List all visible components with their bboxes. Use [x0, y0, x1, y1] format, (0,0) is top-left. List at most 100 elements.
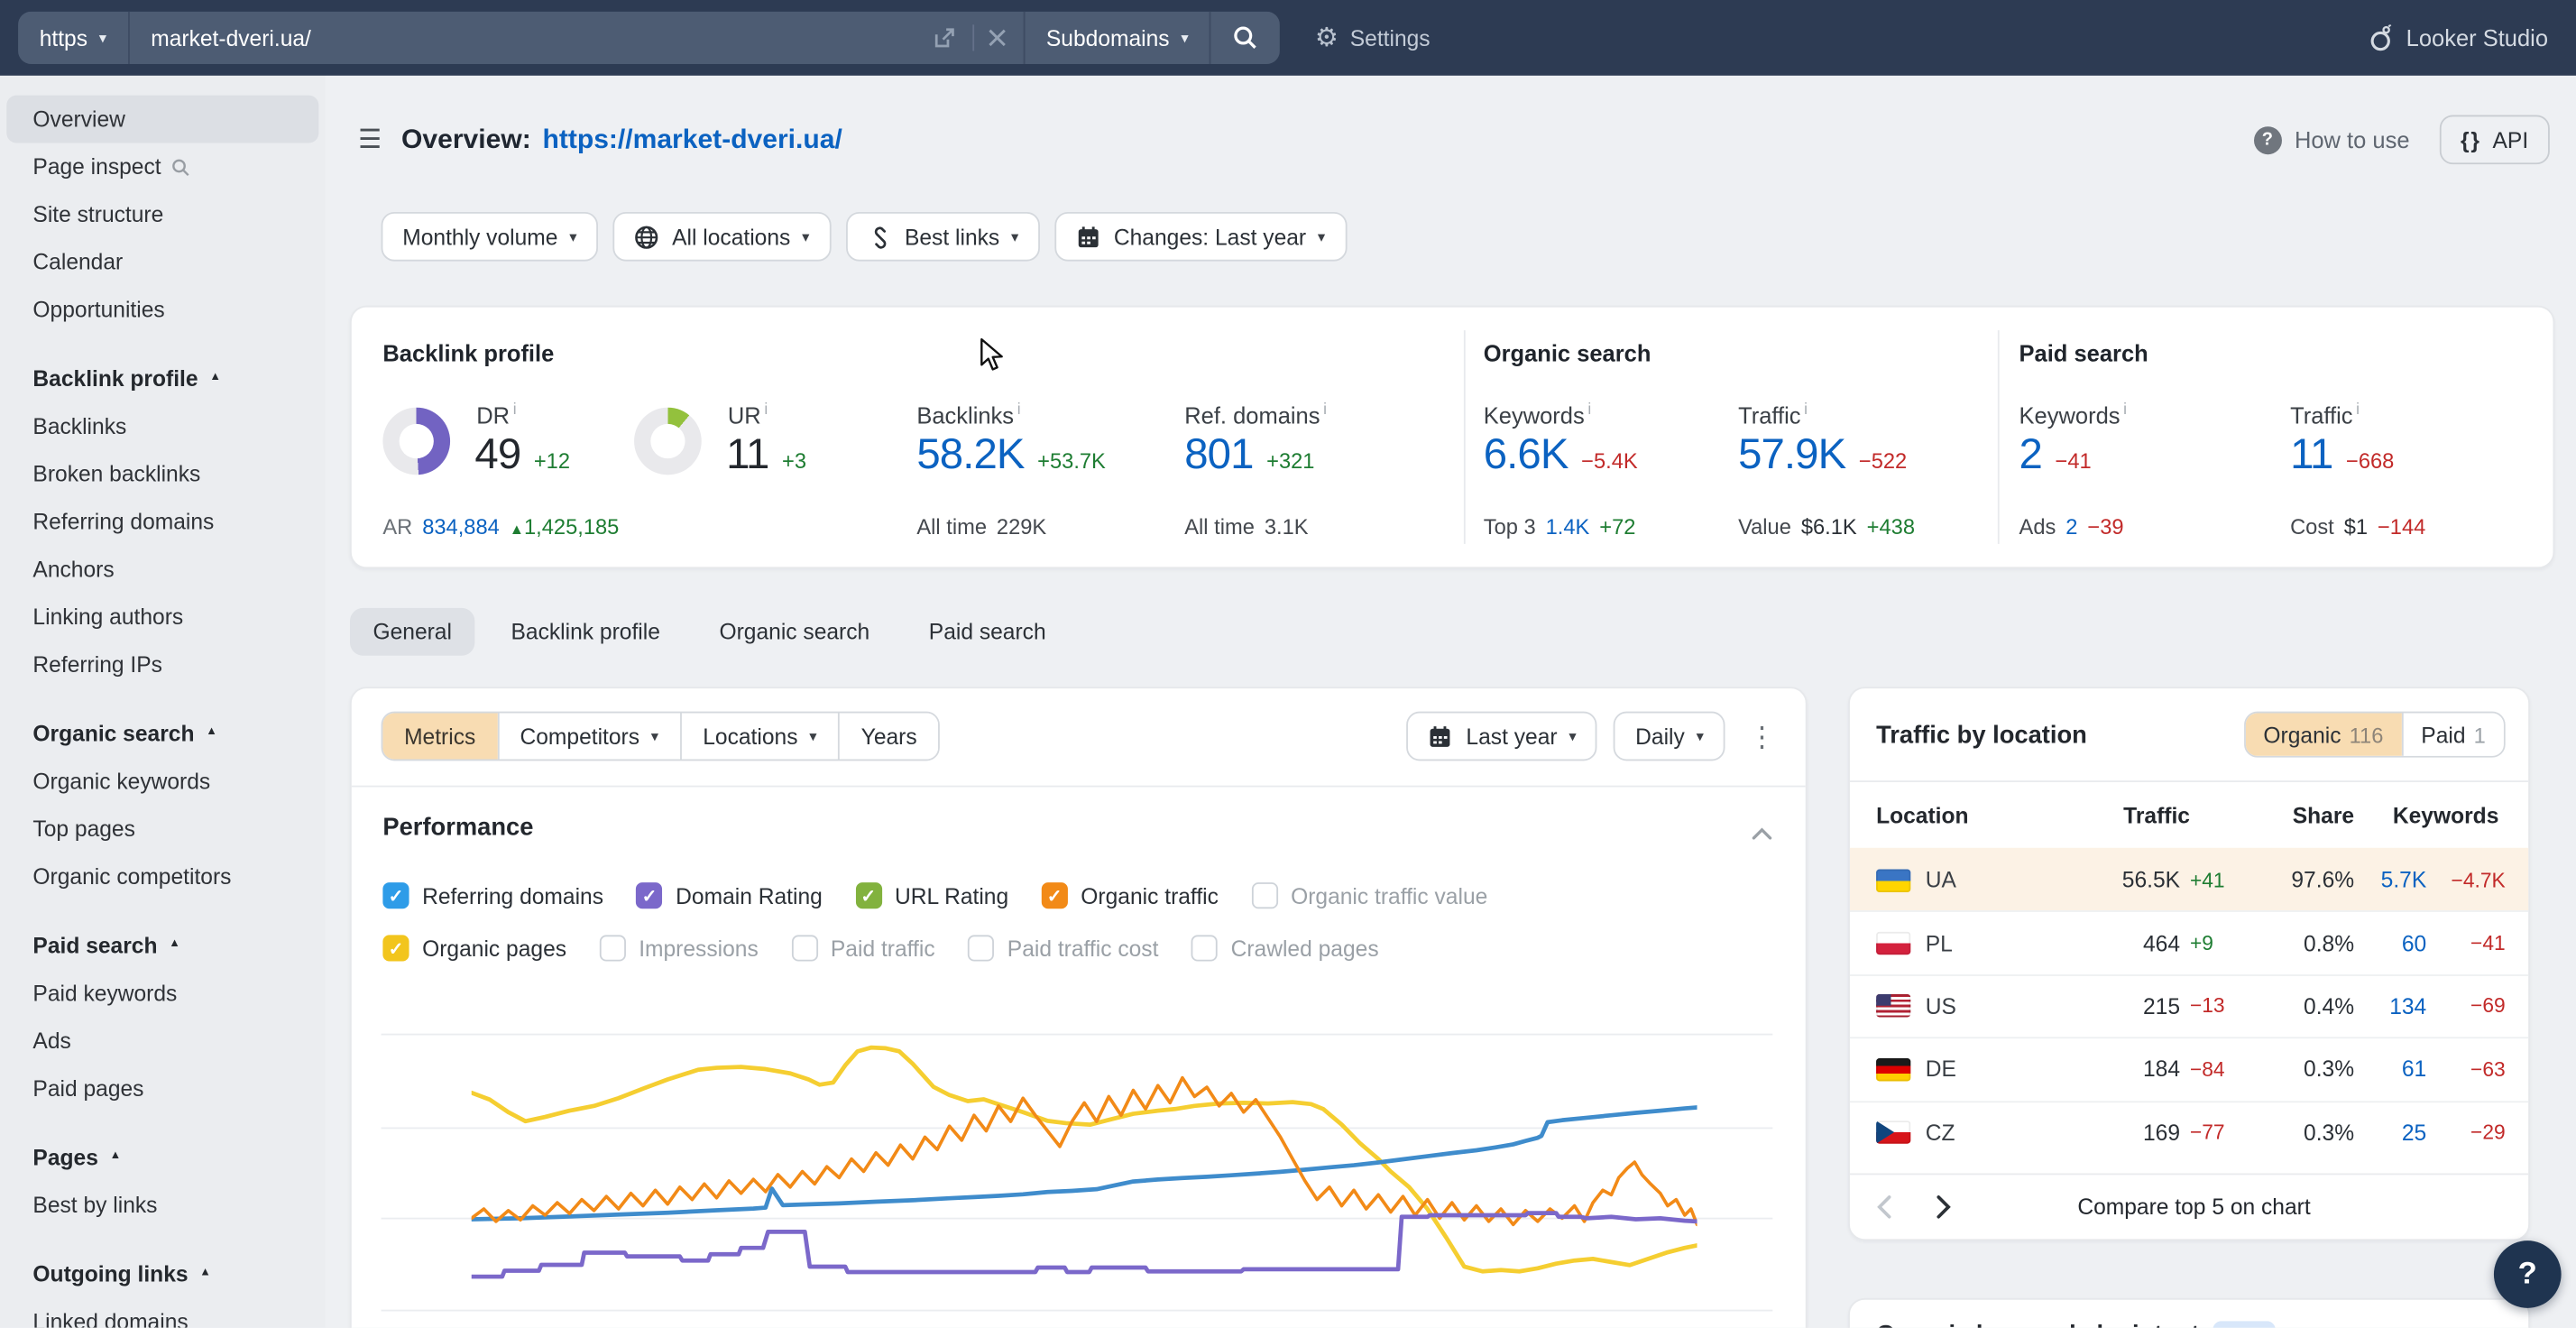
sidebar-section-paid-search[interactable]: Paid search▲ [0, 922, 326, 970]
checkbox-crawled-pages[interactable]: Crawled pages [1191, 935, 1379, 961]
organic-traffic-value[interactable]: 57.9K [1738, 429, 1845, 479]
prev-page-icon[interactable] [1876, 1194, 1892, 1219]
checkbox-organic-traffic[interactable]: ✓Organic traffic [1042, 882, 1219, 908]
globe-icon [634, 225, 658, 249]
period-button[interactable]: Last year ▾ [1407, 712, 1597, 761]
backlinks-value[interactable]: 58.2K [916, 429, 1024, 479]
menu-icon[interactable]: ☰ [358, 124, 382, 156]
segment-competitors[interactable]: Competitors▾ [497, 714, 680, 760]
sidebar-item-site-structure[interactable]: Site structure [0, 190, 326, 238]
sidebar-item-paid-pages[interactable]: Paid pages [0, 1065, 326, 1112]
best-links-filter-button[interactable]: Best links ▾ [845, 212, 1039, 262]
clear-url-icon[interactable] [987, 28, 1007, 48]
info-icon: i [1587, 401, 1591, 419]
info-icon: i [2123, 401, 2127, 419]
checkbox-paid-traffic[interactable]: Paid traffic [791, 935, 934, 961]
paid-traffic-value[interactable]: 11 [2290, 429, 2332, 479]
collapse-section-icon[interactable] [1752, 820, 1773, 850]
sidebar-item-page-inspect[interactable]: Page inspect [0, 143, 326, 190]
tab-paid-search[interactable]: Paid search [906, 608, 1069, 656]
api-button[interactable]: {} API [2439, 115, 2550, 165]
chevron-down-icon: ▾ [1569, 727, 1576, 745]
sidebar-item-linking-authors[interactable]: Linking authors [0, 594, 326, 641]
sidebar-item-referring-ips[interactable]: Referring IPs [0, 641, 326, 688]
segment-locations[interactable]: Locations▾ [680, 714, 838, 760]
ref-domains-value[interactable]: 801 [1184, 429, 1253, 479]
chevron-down-icon: ▾ [1011, 227, 1018, 245]
info-icon: i [513, 401, 517, 419]
location-row[interactable]: CZ 169 −77 0.3% 25 −29 [1850, 1101, 2528, 1164]
tab-organic-search[interactable]: Organic search [696, 608, 893, 656]
collapse-triangle-icon: ▲ [110, 1150, 122, 1162]
segment-metrics[interactable]: Metrics [382, 714, 497, 760]
sidebar-section-outgoing-links[interactable]: Outgoing links▲ [0, 1250, 326, 1298]
checkbox-url-rating[interactable]: ✓URL Rating [855, 882, 1008, 908]
target-url-input[interactable]: market-dveri.ua/ [128, 12, 1024, 64]
paid-cost-line: Cost $1 −144 [2290, 514, 2425, 539]
segment-years[interactable]: Years [838, 714, 938, 760]
sidebar-item-organic-keywords[interactable]: Organic keywords [0, 758, 326, 806]
locations-filter-button[interactable]: All locations ▾ [613, 212, 831, 262]
looker-studio-label: Looker Studio [2406, 24, 2548, 51]
protocol-dropdown[interactable]: https ▾ [18, 12, 128, 64]
question-circle-icon: ? [2253, 125, 2281, 153]
sidebar-item-opportunities[interactable]: Opportunities [0, 286, 326, 334]
ar-value[interactable]: 834,884 [422, 514, 500, 539]
location-row[interactable]: DE 184 −84 0.3% 61 −63 [1850, 1038, 2528, 1101]
sidebar-item-anchors[interactable]: Anchors [0, 546, 326, 594]
search-button[interactable] [1210, 12, 1280, 64]
chevron-down-icon: ▾ [1318, 227, 1325, 245]
checkbox-icon: ✓ [1042, 882, 1068, 908]
ar-delta: 1,425,185 [524, 514, 619, 539]
sidebar-item-overview[interactable]: Overview [6, 96, 318, 143]
sidebar-item-broken-backlinks[interactable]: Broken backlinks [0, 450, 326, 498]
flag-ua-icon [1876, 869, 1910, 892]
sidebar-item-top-pages[interactable]: Top pages [0, 806, 326, 853]
checkbox-referring-domains[interactable]: ✓Referring domains [382, 882, 603, 908]
toggle-organic[interactable]: Organic 116 [2245, 714, 2401, 756]
checkbox-impressions[interactable]: Impressions [599, 935, 758, 961]
target-url-link[interactable]: https://market-dveri.ua/ [542, 124, 842, 156]
sidebar-item-paid-keywords[interactable]: Paid keywords [0, 970, 326, 1018]
location-row[interactable]: PL 464 +9 0.8% 60 −41 [1850, 911, 2528, 974]
changes-filter-button[interactable]: Changes: Last year ▾ [1054, 212, 1347, 262]
help-fab-button[interactable]: ? [2494, 1240, 2562, 1308]
sidebar-item-backlinks[interactable]: Backlinks [0, 402, 326, 450]
tab-general[interactable]: General [350, 608, 474, 656]
sidebar-section-backlink-profile[interactable]: Backlink profile▲ [0, 355, 326, 402]
page-title: Overview: [401, 124, 531, 156]
sidebar-section-organic-search[interactable]: Organic search▲ [0, 710, 326, 758]
settings-button[interactable]: ⚙ Settings [1315, 22, 1431, 54]
next-page-icon[interactable] [1936, 1194, 1952, 1219]
toggle-paid[interactable]: Paid 1 [2401, 714, 2503, 756]
chart-controls: Metrics Competitors▾ Locations▾ Years La… [382, 712, 1776, 761]
location-row[interactable]: US 215 −13 0.4% 134 −69 [1850, 974, 2528, 1038]
paid-keywords-value[interactable]: 2 [2019, 429, 2042, 479]
more-options-icon[interactable]: ⋮ [1748, 723, 1776, 751]
tab-backlink-profile[interactable]: Backlink profile [488, 608, 683, 656]
sidebar-section-pages[interactable]: Pages▲ [0, 1134, 326, 1182]
looker-studio-button[interactable]: Looker Studio [2369, 23, 2548, 51]
paid-ads-line: Ads 2 −39 [2019, 514, 2124, 539]
dr-label: DRi [476, 401, 516, 428]
sidebar-item-referring-domains[interactable]: Referring domains [0, 498, 326, 546]
ur-label: URi [728, 401, 768, 428]
checkbox-organic-traffic-value[interactable]: Organic traffic value [1251, 882, 1487, 908]
compare-top5-link[interactable]: Compare top 5 on chart [1952, 1194, 2502, 1219]
open-external-icon[interactable] [933, 26, 956, 50]
scope-label: Subdomains [1046, 25, 1170, 50]
sidebar-item-linked-domains[interactable]: Linked domains [0, 1298, 326, 1328]
organic-keywords-value[interactable]: 6.6K [1484, 429, 1569, 479]
checkbox-organic-pages[interactable]: ✓Organic pages [382, 935, 566, 961]
how-to-use-button[interactable]: ? How to use [2253, 125, 2409, 153]
sidebar-item-organic-competitors[interactable]: Organic competitors [0, 853, 326, 900]
volume-filter-button[interactable]: Monthly volume ▾ [382, 212, 599, 262]
checkbox-domain-rating[interactable]: ✓Domain Rating [636, 882, 822, 908]
scope-dropdown[interactable]: Subdomains ▾ [1023, 12, 1210, 64]
checkbox-paid-traffic-cost[interactable]: Paid traffic cost [968, 935, 1158, 961]
location-row[interactable]: UA 56.5K +41 97.6% 5.7K −4.7K [1850, 848, 2528, 911]
sidebar-item-calendar[interactable]: Calendar [0, 238, 326, 286]
granularity-button[interactable]: Daily ▾ [1614, 712, 1725, 761]
sidebar-item-ads[interactable]: Ads [0, 1017, 326, 1065]
sidebar-item-best-by-links[interactable]: Best by links [0, 1182, 326, 1230]
